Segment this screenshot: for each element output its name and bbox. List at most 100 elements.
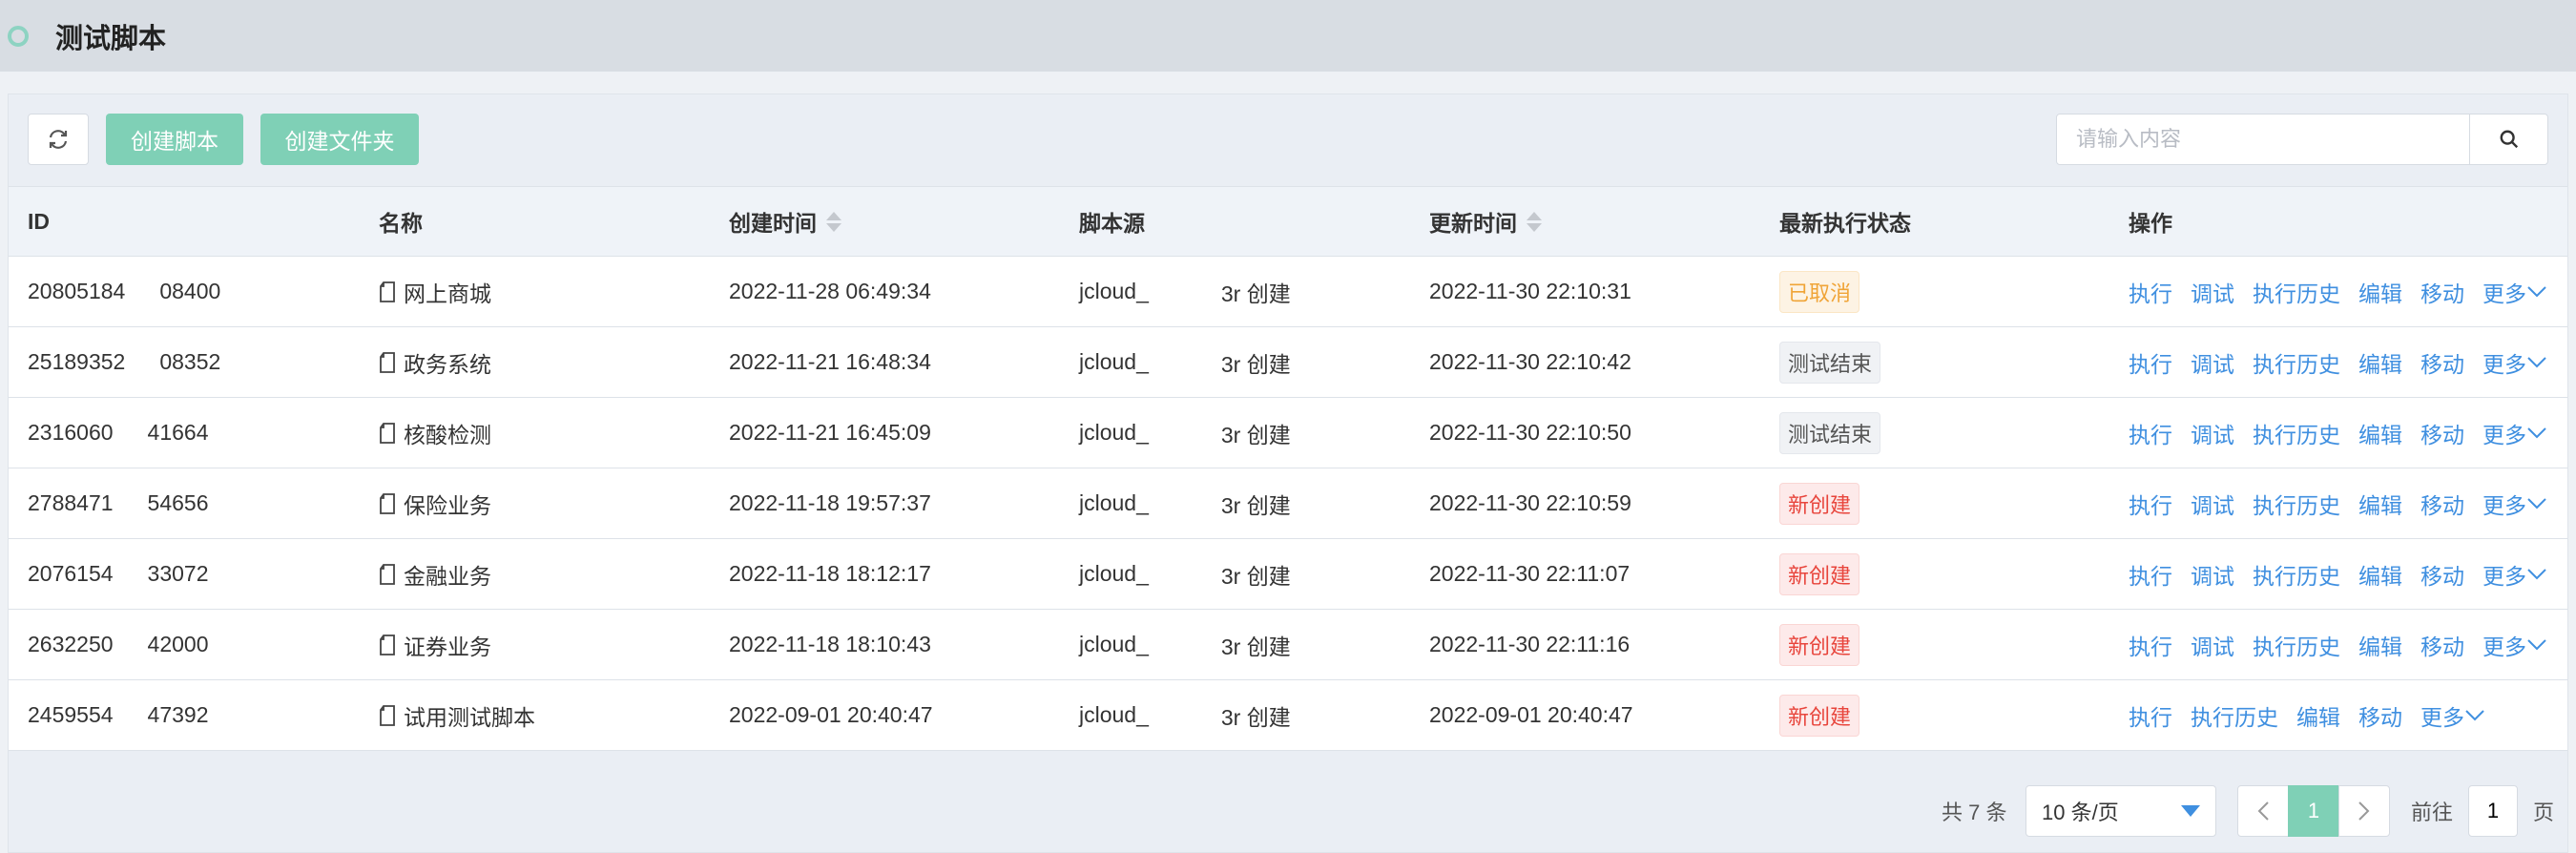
script-name[interactable]: 试用测试脚本	[379, 680, 535, 750]
refresh-button[interactable]	[28, 114, 89, 165]
more-label: 更多	[2483, 351, 2526, 377]
action-link[interactable]: 移动	[2420, 629, 2464, 661]
page-button-current[interactable]: 1	[2288, 785, 2339, 837]
more-dropdown[interactable]: 更多	[2483, 276, 2547, 308]
script-source-suffix: 3r 创建	[1220, 281, 1291, 306]
action-link[interactable]: 编辑	[2358, 558, 2402, 591]
script-source-prefix: jcloud_	[1079, 420, 1149, 445]
action-link[interactable]: 执行	[2129, 276, 2172, 308]
action-link[interactable]: 编辑	[2296, 699, 2340, 732]
column-header-source: 脚本源	[1079, 211, 1145, 236]
create-script-button[interactable]: 创建脚本	[106, 114, 243, 165]
script-source: jcloud_ 3r 创建	[1079, 257, 1291, 326]
updated-time: 2022-11-30 22:10:31	[1429, 279, 1631, 303]
chevron-down-icon	[2527, 497, 2546, 509]
action-link[interactable]: 移动	[2420, 417, 2464, 449]
circle-icon	[8, 25, 29, 47]
action-link[interactable]: 移动	[2358, 699, 2402, 732]
column-header-created-label: 创建时间	[729, 211, 817, 236]
search-button[interactable]	[2469, 114, 2547, 164]
updated-time: 2022-11-30 22:10:50	[1429, 420, 1631, 445]
action-link[interactable]: 编辑	[2358, 417, 2402, 449]
total-count: 共 7 条	[1942, 801, 2007, 824]
action-link[interactable]: 编辑	[2358, 629, 2402, 661]
action-link[interactable]: 执行	[2129, 417, 2172, 449]
action-link[interactable]: 执行历史	[2253, 346, 2340, 379]
action-link[interactable]: 执行	[2129, 558, 2172, 591]
status-cell: 新创建	[1779, 468, 1860, 538]
more-dropdown[interactable]: 更多	[2483, 629, 2547, 661]
next-page-button[interactable]	[2338, 785, 2390, 837]
status-badge: 新创建	[1779, 552, 1860, 595]
sort-icon[interactable]	[1527, 211, 1542, 232]
column-header-created[interactable]: 创建时间	[729, 187, 841, 256]
action-link[interactable]: 执行历史	[2253, 558, 2340, 591]
action-link[interactable]: 调试	[2191, 629, 2234, 661]
action-link[interactable]: 执行历史	[2191, 699, 2278, 732]
script-source: jcloud_ 3r 创建	[1079, 610, 1291, 679]
action-link[interactable]: 调试	[2191, 558, 2234, 591]
document-icon	[380, 281, 395, 302]
sort-icon[interactable]	[826, 211, 841, 232]
table-row: 2632250 42000 证券业务 2022-11-18 18:10:43 j…	[9, 610, 2567, 680]
script-source-prefix: jcloud_	[1079, 561, 1149, 586]
created-time: 2022-11-28 06:49:34	[729, 279, 931, 303]
script-source-prefix: jcloud_	[1079, 279, 1149, 303]
action-link[interactable]: 执行历史	[2253, 629, 2340, 661]
action-link[interactable]: 调试	[2191, 276, 2234, 308]
updated-time: 2022-11-30 22:10:42	[1429, 349, 1631, 374]
script-source-prefix: jcloud_	[1079, 349, 1149, 374]
prev-page-button[interactable]	[2237, 785, 2289, 837]
page-size-select[interactable]: 10 条/页	[2025, 785, 2216, 837]
action-link[interactable]: 执行	[2129, 699, 2172, 732]
goto-suffix: 页	[2533, 801, 2555, 824]
script-name[interactable]: 政务系统	[379, 327, 491, 397]
search-input[interactable]	[2057, 114, 2469, 164]
more-label: 更多	[2483, 281, 2526, 306]
action-link[interactable]: 移动	[2420, 346, 2464, 379]
more-dropdown[interactable]: 更多	[2483, 558, 2547, 591]
script-id: 2788471 54656	[28, 468, 209, 538]
status-badge: 新创建	[1779, 623, 1860, 666]
column-header-updated-label: 更新时间	[1429, 211, 1517, 236]
action-link[interactable]: 调试	[2191, 346, 2234, 379]
action-link[interactable]: 移动	[2420, 558, 2464, 591]
script-name[interactable]: 证券业务	[379, 610, 491, 679]
more-dropdown[interactable]: 更多	[2483, 346, 2547, 379]
create-folder-button[interactable]: 创建文件夹	[260, 114, 419, 165]
action-link[interactable]: 执行历史	[2253, 488, 2340, 520]
script-source-suffix: 3r 创建	[1220, 563, 1291, 589]
script-name-label: 政务系统	[404, 351, 491, 377]
script-source-suffix: 3r 创建	[1220, 704, 1291, 730]
script-id: 2632250 42000	[28, 610, 209, 679]
goto-page-input[interactable]	[2468, 785, 2518, 837]
more-dropdown[interactable]: 更多	[2420, 699, 2485, 732]
column-header-updated[interactable]: 更新时间	[1429, 187, 1542, 256]
table-header: ID 名称 创建时间 脚本源 更新时间 最新执行状态 操作	[9, 186, 2567, 257]
updated-time: 2022-09-01 20:40:47	[1429, 702, 1633, 727]
script-name[interactable]: 网上商城	[379, 257, 491, 326]
script-id-prefix: 2076154	[28, 561, 114, 586]
action-link[interactable]: 编辑	[2358, 346, 2402, 379]
script-name[interactable]: 金融业务	[379, 539, 491, 609]
column-header-status: 最新执行状态	[1779, 211, 1911, 236]
action-link[interactable]: 编辑	[2358, 276, 2402, 308]
action-link[interactable]: 执行	[2129, 346, 2172, 379]
action-link[interactable]: 执行历史	[2253, 417, 2340, 449]
more-dropdown[interactable]: 更多	[2483, 417, 2547, 449]
action-link[interactable]: 编辑	[2358, 488, 2402, 520]
table-body: 20805184 08400 网上商城 2022-11-28 06:49:34 …	[9, 257, 2567, 751]
action-link[interactable]: 调试	[2191, 488, 2234, 520]
script-id-prefix: 2459554	[28, 702, 114, 727]
action-link[interactable]: 调试	[2191, 417, 2234, 449]
action-link[interactable]: 执行	[2129, 629, 2172, 661]
action-link[interactable]: 移动	[2420, 488, 2464, 520]
action-link[interactable]: 执行历史	[2253, 276, 2340, 308]
script-name[interactable]: 核酸检测	[379, 398, 491, 468]
script-name[interactable]: 保险业务	[379, 468, 491, 538]
action-link[interactable]: 移动	[2420, 276, 2464, 308]
script-id-suffix: 42000	[147, 632, 209, 656]
more-dropdown[interactable]: 更多	[2483, 488, 2547, 520]
search-icon	[2500, 130, 2518, 149]
action-link[interactable]: 执行	[2129, 488, 2172, 520]
